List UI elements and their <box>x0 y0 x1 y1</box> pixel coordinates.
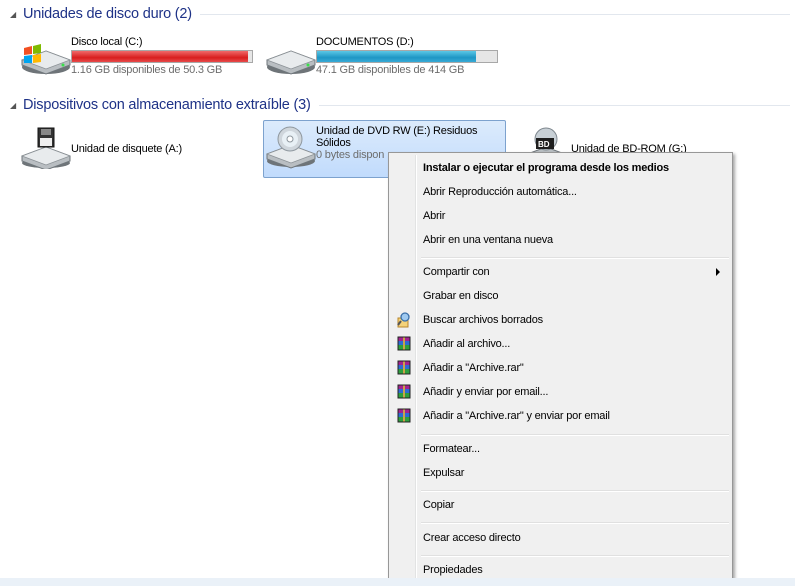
menu-item-share-with[interactable]: Compartir con <box>391 261 730 283</box>
menu-item-label: Expulsar <box>423 467 465 479</box>
drive-c-tile[interactable]: Disco local (C:) 1.16 GB disponibles de … <box>18 33 260 87</box>
menu-item-label: Añadir a "Archive.rar" y enviar por emai… <box>423 410 610 422</box>
menu-separator <box>421 434 729 436</box>
menu-item-label: Copiar <box>423 499 455 511</box>
drive-free-space: 47.1 GB disponibles de 414 GB <box>316 64 465 76</box>
menu-item-label: Buscar archivos borrados <box>423 314 543 326</box>
menu-item-add-archive[interactable]: Añadir al archivo... <box>391 333 730 355</box>
menu-item-label: Propiedades <box>423 564 483 576</box>
drive-name: DOCUMENTOS (D:) <box>316 36 414 48</box>
menu-separator <box>421 522 729 524</box>
menu-item-label: Compartir con <box>423 266 490 278</box>
space-usage-fill <box>317 51 477 62</box>
menu-item-label: Abrir en una ventana nueva <box>423 234 553 246</box>
menu-item-format[interactable]: Formatear... <box>391 438 730 460</box>
menu-separator <box>421 257 729 259</box>
menu-item-label: Añadir y enviar por email... <box>423 386 549 398</box>
menu-item-add-rar-email[interactable]: Añadir a "Archive.rar" y enviar por emai… <box>391 405 730 427</box>
menu-item-label: Abrir <box>423 210 446 222</box>
menu-item-create-shortcut[interactable]: Crear acceso directo <box>391 527 730 549</box>
collapse-triangle-icon[interactable]: ◢ <box>10 101 18 110</box>
collapse-triangle-icon[interactable]: ◢ <box>10 10 18 19</box>
group-title: Dispositivos con almacenamiento extraíbl… <box>23 97 311 113</box>
space-usage-bar <box>316 50 498 63</box>
context-menu: Instalar o ejecutar el programa desde lo… <box>388 152 733 584</box>
menu-item-label: Abrir Reproducción automática... <box>423 186 577 198</box>
menu-item-autoplay[interactable]: Abrir Reproducción automática... <box>391 181 730 203</box>
menu-item-label: Grabar en disco <box>423 290 499 302</box>
drive-name-line1: Unidad de DVD RW (E:) Residuos <box>316 125 478 137</box>
submenu-arrow-icon <box>716 268 720 276</box>
menu-item-burn[interactable]: Grabar en disco <box>391 285 730 307</box>
drive-free-space: 1.16 GB disponibles de 50.3 GB <box>71 64 223 76</box>
winrar-icon <box>396 336 412 352</box>
menu-item-label: Añadir al archivo... <box>423 338 511 350</box>
search-deleted-icon <box>396 312 412 328</box>
svg-text:BD: BD <box>538 140 550 149</box>
group-divider <box>318 104 790 106</box>
group-header-hard-disks[interactable]: ◢ Unidades de disco duro (2) <box>10 4 790 24</box>
menu-item-copy[interactable]: Copiar <box>391 494 730 516</box>
group-title: Unidades de disco duro (2) <box>23 6 192 22</box>
menu-item-add-rar[interactable]: Añadir a "Archive.rar" <box>391 357 730 379</box>
menu-item-eject[interactable]: Expulsar <box>391 462 730 484</box>
menu-separator <box>421 555 729 557</box>
menu-item-label: Crear acceso directo <box>423 532 521 544</box>
drive-name: Disco local (C:) <box>71 36 143 48</box>
hard-drive-icon <box>264 34 317 78</box>
drive-name-line2: Sólidos <box>316 137 351 149</box>
menu-item-open-new-window[interactable]: Abrir en una ventana nueva <box>391 229 730 251</box>
winrar-icon <box>396 360 412 376</box>
winrar-icon <box>396 408 412 424</box>
menu-item-install[interactable]: Instalar o ejecutar el programa desde lo… <box>391 157 730 179</box>
drive-d-tile[interactable]: DOCUMENTOS (D:) 47.1 GB disponibles de 4… <box>263 33 525 87</box>
winrar-icon <box>396 384 412 400</box>
details-pane-edge <box>0 578 795 586</box>
menu-item-open[interactable]: Abrir <box>391 205 730 227</box>
menu-separator <box>421 490 729 492</box>
menu-item-label: Formatear... <box>423 443 480 455</box>
drive-name: Unidad de disquete (A:) <box>71 143 182 155</box>
dvd-drive-icon <box>264 125 317 169</box>
floppy-drive-icon <box>19 125 72 171</box>
menu-item-label: Añadir a "Archive.rar" <box>423 362 524 374</box>
group-divider <box>199 13 790 15</box>
space-usage-bar <box>71 50 253 63</box>
menu-item-label: Instalar o ejecutar el programa desde lo… <box>423 162 669 174</box>
windows-hard-drive-icon <box>19 34 72 78</box>
drive-a-tile[interactable]: Unidad de disquete (A:) <box>18 124 250 178</box>
group-header-removable[interactable]: ◢ Dispositivos con almacenamiento extraí… <box>10 95 790 115</box>
menu-item-add-email[interactable]: Añadir y enviar por email... <box>391 381 730 403</box>
menu-item-search-deleted[interactable]: Buscar archivos borrados <box>391 309 730 331</box>
space-usage-fill <box>72 51 248 62</box>
